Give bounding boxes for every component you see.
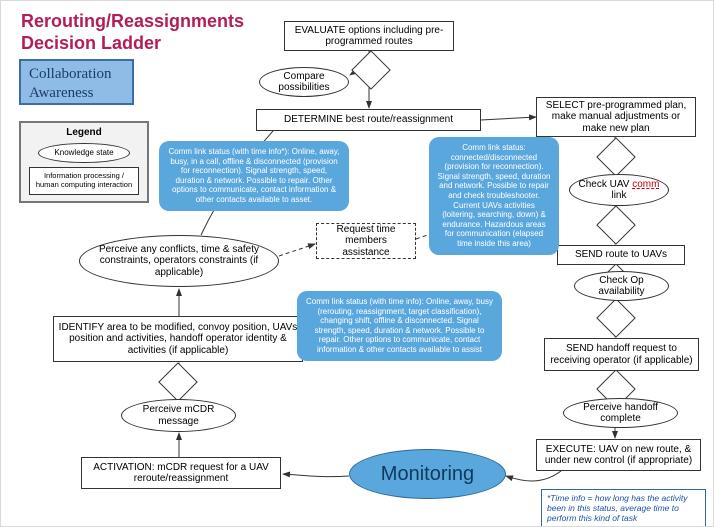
- node-request-members: Request time members assistance: [316, 223, 416, 259]
- diamond-identify: [158, 362, 198, 402]
- node-send-handoff: SEND handoff request to receiving operat…: [544, 338, 699, 371]
- node-activation: ACTIVATION: mCDR request for a UAV rerou…: [81, 457, 281, 489]
- diamond-evaluate: [351, 50, 391, 90]
- node-check-comm: Check UAV comm link: [569, 174, 669, 206]
- node-perceive-mcdr: Perceive mCDR message: [121, 399, 236, 432]
- collab-line-1: Collaboration: [29, 66, 112, 82]
- legend-box: Legend Knowledge state Information proce…: [19, 121, 149, 203]
- comm-word: comm: [632, 179, 659, 190]
- node-identify: IDENTIFY area to be modified, convoy pos…: [53, 316, 303, 362]
- bubble-comm-uav: Comm link status: connected/disconnected…: [429, 137, 559, 255]
- bubble-comm-asset: Comm link status (with time info*): Onli…: [159, 141, 349, 211]
- collaboration-awareness-box: Collaboration Awareness: [19, 59, 134, 105]
- node-select: SELECT pre-programmed plan, make manual …: [536, 97, 696, 137]
- title-line-1: Rerouting/Reassignments: [21, 11, 244, 31]
- collab-line-2: Awareness: [29, 85, 93, 101]
- diamond-comm: [596, 205, 636, 245]
- node-send-route: SEND route to UAVs: [557, 245, 685, 265]
- diamond-op: [596, 298, 636, 338]
- legend-knowledge-state: Knowledge state: [38, 143, 130, 163]
- node-perceive-handoff: Perceive handoff complete: [563, 398, 678, 428]
- node-execute: EXECUTE: UAV on new route, & under new c…: [536, 439, 701, 471]
- legend-title: Legend: [21, 127, 147, 138]
- diamond-select: [596, 137, 636, 177]
- node-perceive-conflicts: Perceive any conflicts, time & safety co…: [79, 235, 279, 287]
- node-compare: Compare possibilities: [259, 67, 349, 97]
- node-monitoring: Monitoring: [349, 449, 506, 499]
- node-evaluate: EVALUATE options including pre-programme…: [284, 21, 454, 51]
- footnote-time-info: *Time info = how long has the activity b…: [541, 489, 706, 527]
- diagram-canvas: Rerouting/Reassignments Decision Ladder …: [0, 0, 714, 527]
- legend-processing: Information processing / human computing…: [29, 167, 139, 195]
- bubble-comm-operator: Comm link status (with time info): Onlin…: [297, 291, 502, 361]
- node-check-op: Check Op availability: [574, 271, 669, 301]
- title-line-2: Decision Ladder: [21, 33, 161, 53]
- diagram-title: Rerouting/Reassignments Decision Ladder: [21, 11, 244, 54]
- node-determine: DETERMINE best route/reassignment: [256, 109, 481, 131]
